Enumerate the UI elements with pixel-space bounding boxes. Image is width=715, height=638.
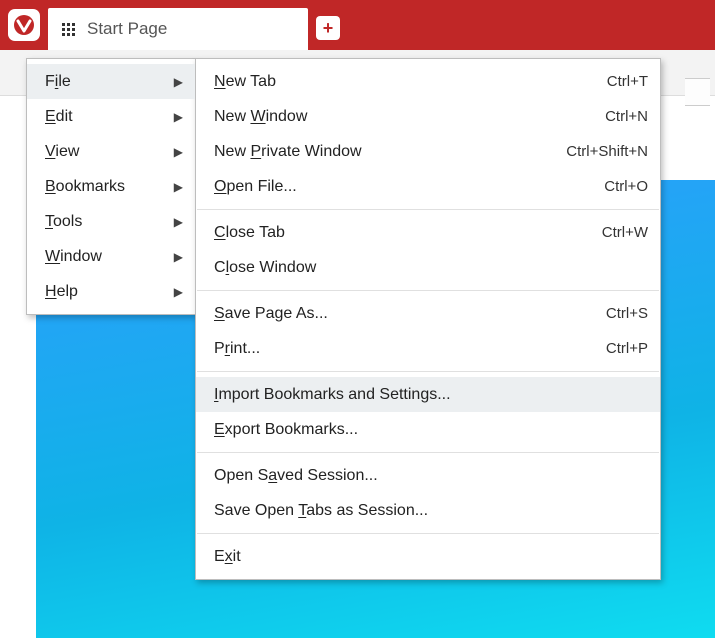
menu-item-label: Export Bookmarks... xyxy=(214,421,358,439)
menu-item-label: Tools xyxy=(45,213,82,231)
menu-item-label: View xyxy=(45,143,79,161)
menu-item-shortcut: Ctrl+Shift+N xyxy=(566,143,648,160)
file-menu-item-print[interactable]: Print... Ctrl+P xyxy=(196,331,660,366)
menu-item-label: Help xyxy=(45,283,78,301)
file-menu-item-save-open-tabs-as-session[interactable]: Save Open Tabs as Session... xyxy=(196,493,660,528)
menu-item-label: Open File... xyxy=(214,178,297,196)
menu-item-shortcut: Ctrl+T xyxy=(607,73,648,90)
menu-item-label: Exit xyxy=(214,548,241,566)
chevron-right-icon: ▶ xyxy=(174,145,183,159)
menu-item-shortcut: Ctrl+N xyxy=(605,108,648,125)
file-menu-item-open-file[interactable]: Open File... Ctrl+O xyxy=(196,169,660,204)
menu-item-label: New Window xyxy=(214,108,307,126)
chevron-right-icon: ▶ xyxy=(174,75,183,89)
chevron-right-icon: ▶ xyxy=(174,215,183,229)
chevron-right-icon: ▶ xyxy=(174,180,183,194)
main-menu-item-bookmarks[interactable]: Bookmarks ▶ xyxy=(27,169,195,204)
main-menu-item-help[interactable]: Help ▶ xyxy=(27,274,195,309)
menu-item-label: Close Tab xyxy=(214,224,285,242)
tab-title: Start Page xyxy=(87,19,167,39)
vivaldi-logo[interactable] xyxy=(8,9,40,41)
menu-item-label: Save Open Tabs as Session... xyxy=(214,502,428,520)
main-menu: File▶Edit▶View▶Bookmarks▶Tools▶Window▶He… xyxy=(26,58,196,315)
menu-item-label: File xyxy=(45,73,71,91)
chevron-right-icon: ▶ xyxy=(174,250,183,264)
file-menu-item-new-window[interactable]: New Window Ctrl+N xyxy=(196,99,660,134)
file-menu-item-open-saved-session[interactable]: Open Saved Session... xyxy=(196,458,660,493)
main-menu-item-file[interactable]: File ▶ xyxy=(27,64,195,99)
menu-item-label: Import Bookmarks and Settings... xyxy=(214,386,451,404)
start-page-icon xyxy=(62,23,75,36)
menu-separator xyxy=(197,290,659,291)
file-menu-item-exit[interactable]: Exit xyxy=(196,539,660,574)
active-tab[interactable]: Start Page xyxy=(48,8,308,50)
file-submenu: New Tab Ctrl+T New Window Ctrl+N New Private… xyxy=(195,58,661,580)
menu-separator xyxy=(197,209,659,210)
menu-item-label: Save Page As... xyxy=(214,305,328,323)
file-menu-item-new-private-window[interactable]: New Private Window Ctrl+Shift+N xyxy=(196,134,660,169)
menu-separator xyxy=(197,452,659,453)
file-menu-item-import-bookmarks-and-settings[interactable]: Import Bookmarks and Settings... xyxy=(196,377,660,412)
plus-icon: + xyxy=(323,24,334,33)
menu-item-label: New Tab xyxy=(214,73,276,91)
file-menu-item-export-bookmarks[interactable]: Export Bookmarks... xyxy=(196,412,660,447)
menu-item-label: Close Window xyxy=(214,259,316,277)
menu-separator xyxy=(197,533,659,534)
menu-item-label: Bookmarks xyxy=(45,178,125,196)
chevron-right-icon: ▶ xyxy=(174,110,183,124)
main-menu-item-view[interactable]: View ▶ xyxy=(27,134,195,169)
main-menu-item-tools[interactable]: Tools ▶ xyxy=(27,204,195,239)
file-menu-item-new-tab[interactable]: New Tab Ctrl+T xyxy=(196,64,660,99)
menu-item-label: Open Saved Session... xyxy=(214,467,378,485)
chevron-right-icon: ▶ xyxy=(174,285,183,299)
file-menu-item-close-tab[interactable]: Close Tab Ctrl+W xyxy=(196,215,660,250)
menu-popups: File▶Edit▶View▶Bookmarks▶Tools▶Window▶He… xyxy=(26,58,661,580)
menu-item-shortcut: Ctrl+P xyxy=(606,340,648,357)
main-menu-item-edit[interactable]: Edit ▶ xyxy=(27,99,195,134)
menu-item-shortcut: Ctrl+O xyxy=(604,178,648,195)
menu-separator xyxy=(197,371,659,372)
menu-item-label: Window xyxy=(45,248,102,266)
new-tab-button[interactable]: + xyxy=(316,16,340,40)
main-menu-item-window[interactable]: Window ▶ xyxy=(27,239,195,274)
file-menu-item-close-window[interactable]: Close Window xyxy=(196,250,660,285)
file-menu-item-save-page-as[interactable]: Save Page As... Ctrl+S xyxy=(196,296,660,331)
address-bar-fragment xyxy=(685,78,710,106)
menu-item-label: New Private Window xyxy=(214,143,362,161)
menu-item-label: Print... xyxy=(214,340,260,358)
title-bar: Start Page + xyxy=(0,0,715,50)
vivaldi-logo-icon xyxy=(13,14,35,36)
menu-item-shortcut: Ctrl+W xyxy=(602,224,648,241)
menu-item-label: Edit xyxy=(45,108,73,126)
menu-item-shortcut: Ctrl+S xyxy=(606,305,648,322)
